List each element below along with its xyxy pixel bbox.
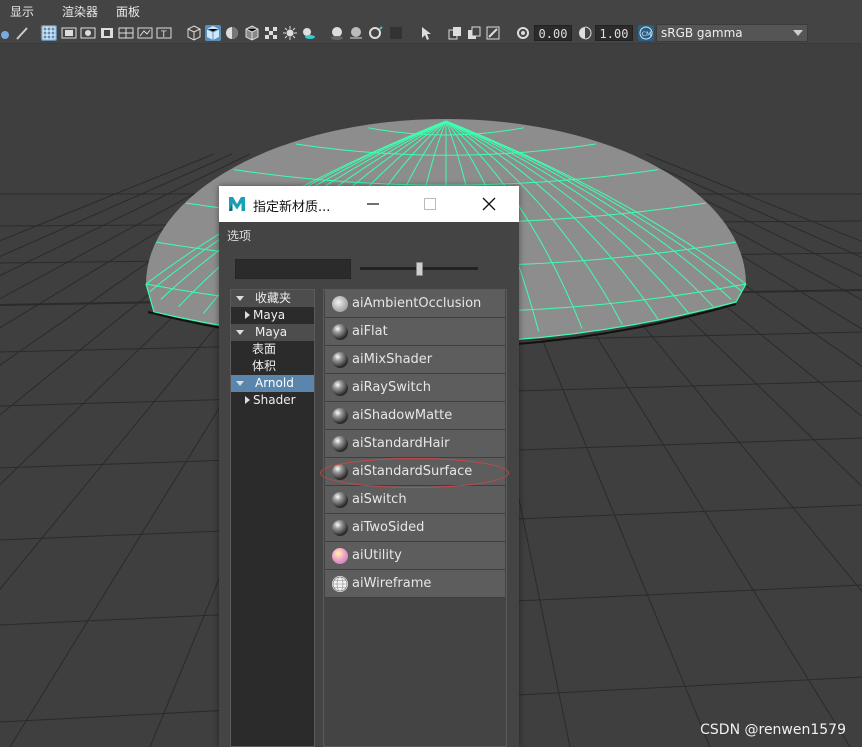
exposure-icon[interactable] xyxy=(515,25,531,41)
shader-swatch-icon xyxy=(332,324,348,340)
menu-renderer[interactable]: 渲染器 xyxy=(52,3,98,20)
shader-item-label: aiFlat xyxy=(352,324,388,339)
shader-swatch-icon xyxy=(332,408,348,424)
shader-item-label: aiMixShader xyxy=(352,352,433,367)
anti-aliasing-icon[interactable] xyxy=(367,25,383,41)
shader-swatch-icon xyxy=(332,436,348,452)
field-chart-icon[interactable] xyxy=(118,25,134,41)
shader-list: aiAmbientOcclusion aiFlat aiMixShader aiRay… xyxy=(323,289,507,747)
maximize-button[interactable] xyxy=(416,192,444,216)
screen-space-ao-icon[interactable] xyxy=(329,25,345,41)
shadows-icon[interactable] xyxy=(300,25,316,41)
dialog-title: 指定新材质... xyxy=(253,200,331,215)
safe-action-icon[interactable] xyxy=(137,25,153,41)
expand-down-icon xyxy=(236,296,244,301)
tree-favorites-maya-label: Maya xyxy=(253,308,286,322)
shader-swatch-icon xyxy=(332,380,348,396)
checker-icon[interactable] xyxy=(263,25,279,41)
shader-item-aiMixShader[interactable]: aiMixShader xyxy=(325,346,505,374)
color-space-value: sRGB gamma xyxy=(661,26,743,40)
dialog-titlebar[interactable]: 指定新材质... xyxy=(219,186,519,222)
shader-item-aiAmbientOcclusion[interactable]: aiAmbientOcclusion xyxy=(325,290,505,318)
shader-item-aiRaySwitch[interactable]: aiRaySwitch xyxy=(325,374,505,402)
gate-mask-icon[interactable] xyxy=(99,25,115,41)
resolution-gate-icon[interactable] xyxy=(80,25,96,41)
default-material-icon[interactable] xyxy=(224,25,240,41)
shader-item-aiSwitch[interactable]: aiSwitch xyxy=(325,486,505,514)
grid-icon[interactable] xyxy=(41,25,57,41)
shader-swatch-icon xyxy=(332,352,348,368)
tree-arnold-label: Arnold xyxy=(255,376,294,390)
expand-right-icon xyxy=(245,311,250,319)
category-tree: 收藏夹 Maya Maya 表面 体积 Arnold Shader xyxy=(230,289,315,747)
tree-favorites-maya[interactable]: Maya xyxy=(231,307,314,324)
options-menu[interactable]: 选项 xyxy=(227,227,251,244)
tree-arnold-shader-label: Shader xyxy=(253,393,296,407)
shader-swatch-icon xyxy=(332,520,348,536)
shader-item-label: aiRaySwitch xyxy=(352,380,431,395)
shader-item-aiUtility[interactable]: aiUtility xyxy=(325,542,505,570)
viewport-toolbar: T 0.00 1.00 CM sRGB gamma xyxy=(0,22,862,44)
shader-item-label: aiShadowMatte xyxy=(352,408,453,423)
tree-maya[interactable]: Maya xyxy=(231,324,314,341)
motion-blur-icon[interactable] xyxy=(348,25,364,41)
shader-swatch-icon xyxy=(332,296,348,312)
exposure-field[interactable]: 0.00 xyxy=(534,25,572,41)
shader-swatch-icon xyxy=(332,492,348,508)
expand-down-icon xyxy=(236,330,244,335)
textured-cube-icon[interactable] xyxy=(244,25,260,41)
color-management-icon[interactable]: CM xyxy=(638,25,654,41)
wireframe-sphere-icon xyxy=(332,576,348,592)
watermark: CSDN @renwen1579 xyxy=(700,722,846,738)
slider-handle[interactable] xyxy=(416,262,423,276)
shader-item-aiShadowMatte[interactable]: aiShadowMatte xyxy=(325,402,505,430)
expand-right-icon xyxy=(245,396,250,404)
close-button[interactable] xyxy=(475,192,503,216)
shader-item-aiTwoSided[interactable]: aiTwoSided xyxy=(325,514,505,542)
tree-maya-label: Maya xyxy=(255,325,288,339)
shader-swatch-icon xyxy=(332,548,348,564)
shader-item-label: aiAmbientOcclusion xyxy=(352,296,482,311)
xray-active-icon[interactable] xyxy=(485,25,501,41)
wireframe-cube-icon[interactable] xyxy=(186,25,202,41)
tree-favorites[interactable]: 收藏夹 xyxy=(231,290,314,307)
menu-panels[interactable]: 面板 xyxy=(106,3,140,20)
xray-icon[interactable] xyxy=(447,25,463,41)
filter-input[interactable] xyxy=(235,259,351,279)
svg-text:T: T xyxy=(160,30,167,40)
shader-item-label: aiUtility xyxy=(352,548,402,563)
tree-maya-surface[interactable]: 表面 xyxy=(231,341,314,358)
depth-of-field-icon[interactable] xyxy=(388,25,404,41)
lights-icon[interactable] xyxy=(282,25,298,41)
chevron-down-icon xyxy=(793,30,803,36)
minimize-button[interactable] xyxy=(359,192,387,216)
shader-item-aiWireframe[interactable]: aiWireframe xyxy=(325,570,505,598)
menu-display[interactable]: 显示 xyxy=(0,3,34,20)
smooth-shade-cube-icon[interactable] xyxy=(205,25,221,41)
tree-arnold[interactable]: Arnold xyxy=(231,375,314,392)
expand-down-icon xyxy=(236,381,244,386)
safe-title-icon[interactable]: T xyxy=(156,25,172,41)
gamma-field[interactable]: 1.00 xyxy=(595,25,633,41)
shader-item-label: aiSwitch xyxy=(352,492,407,507)
xray-joints-icon[interactable] xyxy=(466,25,482,41)
color-space-dropdown[interactable]: sRGB gamma xyxy=(656,24,808,42)
shader-item-label: aiWireframe xyxy=(352,576,432,591)
shader-item-aiStandardHair[interactable]: aiStandardHair xyxy=(325,430,505,458)
tree-favorites-label: 收藏夹 xyxy=(255,291,292,305)
tree-arnold-shader[interactable]: Shader xyxy=(231,392,314,409)
svg-text:CM: CM xyxy=(642,30,652,38)
gamma-icon[interactable] xyxy=(577,25,593,41)
brush-icon[interactable] xyxy=(14,25,30,41)
shader-item-label: aiTwoSided xyxy=(352,520,425,535)
highlight-ring xyxy=(320,458,509,488)
shader-item-aiFlat[interactable]: aiFlat xyxy=(325,318,505,346)
menu-bar: 显示 渲染器 面板 xyxy=(0,0,862,22)
shader-item-label: aiStandardHair xyxy=(352,436,450,451)
tree-maya-volume[interactable]: 体积 xyxy=(231,358,314,375)
isolate-select-icon[interactable] xyxy=(418,25,434,41)
film-gate-icon[interactable] xyxy=(61,25,77,41)
maya-logo-icon xyxy=(227,194,247,214)
